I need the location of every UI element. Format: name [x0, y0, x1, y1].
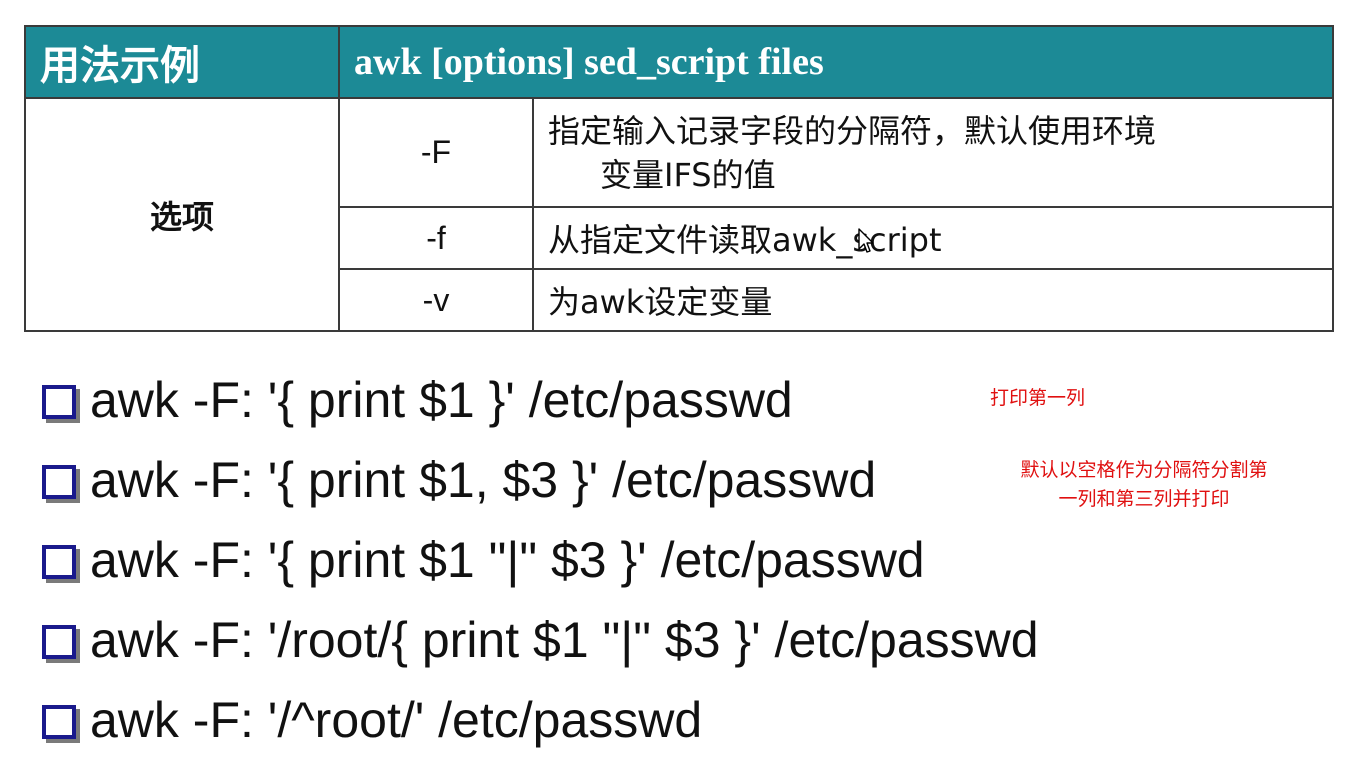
table-row: 选项 -F 指定输入记录字段的分隔符，默认使用环境 变量IFS的值 [24, 97, 1334, 332]
option-flag-f: -f [338, 206, 534, 270]
annotation-print-first-column: 打印第一列 [990, 387, 1086, 409]
list-item: awk -F: '{ print $1 "|" $3 }' /etc/passw… [42, 520, 1039, 600]
option-desc-v: 为awk设定变量 [532, 268, 1334, 332]
example-command-5: awk -F: '/^root/' /etc/passwd [90, 692, 703, 748]
annotation-line-2: 一列和第三列并打印 [1058, 488, 1230, 510]
option-flag-F: -F [338, 97, 534, 208]
option-desc-F: 指定输入记录字段的分隔符，默认使用环境 变量IFS的值 [532, 97, 1334, 208]
awk-usage-table: 用法示例 awk [options] sed_script files 选项 -… [24, 25, 1334, 332]
option-flag-v: -v [338, 268, 534, 332]
example-command-3: awk -F: '{ print $1 "|" $3 }' /etc/passw… [90, 532, 925, 588]
annotation-default-separator: 默认以空格作为分隔符分割第 一列和第三列并打印 [985, 456, 1303, 514]
annotation-line-1: 默认以空格作为分隔符分割第 [1020, 459, 1268, 481]
list-item: awk -F: '{ print $1, $3 }' /etc/passwd [42, 440, 1039, 520]
awk-example-list: awk -F: '{ print $1 }' /etc/passwd awk -… [42, 360, 1039, 760]
option-desc-F-line1: 指定输入记录字段的分隔符，默认使用环境 [548, 111, 1157, 150]
list-item: awk -F: '{ print $1 }' /etc/passwd [42, 360, 1039, 440]
checkbox-square-icon [42, 385, 76, 419]
options-label-cell: 选项 [24, 97, 340, 332]
mouse-pointer-icon [858, 228, 874, 253]
header-usage-cell: 用法示例 [24, 25, 340, 99]
checkbox-square-icon [42, 705, 76, 739]
checkbox-square-icon [42, 625, 76, 659]
option-desc-f: 从指定文件读取awk_script [532, 206, 1334, 270]
example-command-1: awk -F: '{ print $1 }' /etc/passwd [90, 372, 793, 428]
table-header-row: 用法示例 awk [options] sed_script files [24, 25, 1334, 99]
checkbox-square-icon [42, 465, 76, 499]
list-item: awk -F: '/^root/' /etc/passwd [42, 680, 1039, 760]
example-command-2: awk -F: '{ print $1, $3 }' /etc/passwd [90, 452, 877, 508]
option-desc-F-line2: 变量IFS的值 [600, 155, 776, 194]
example-command-4: awk -F: '/root/{ print $1 "|" $3 }' /etc… [90, 612, 1039, 668]
list-item: awk -F: '/root/{ print $1 "|" $3 }' /etc… [42, 600, 1039, 680]
header-syntax-cell: awk [options] sed_script files [338, 25, 1334, 99]
checkbox-square-icon [42, 545, 76, 579]
